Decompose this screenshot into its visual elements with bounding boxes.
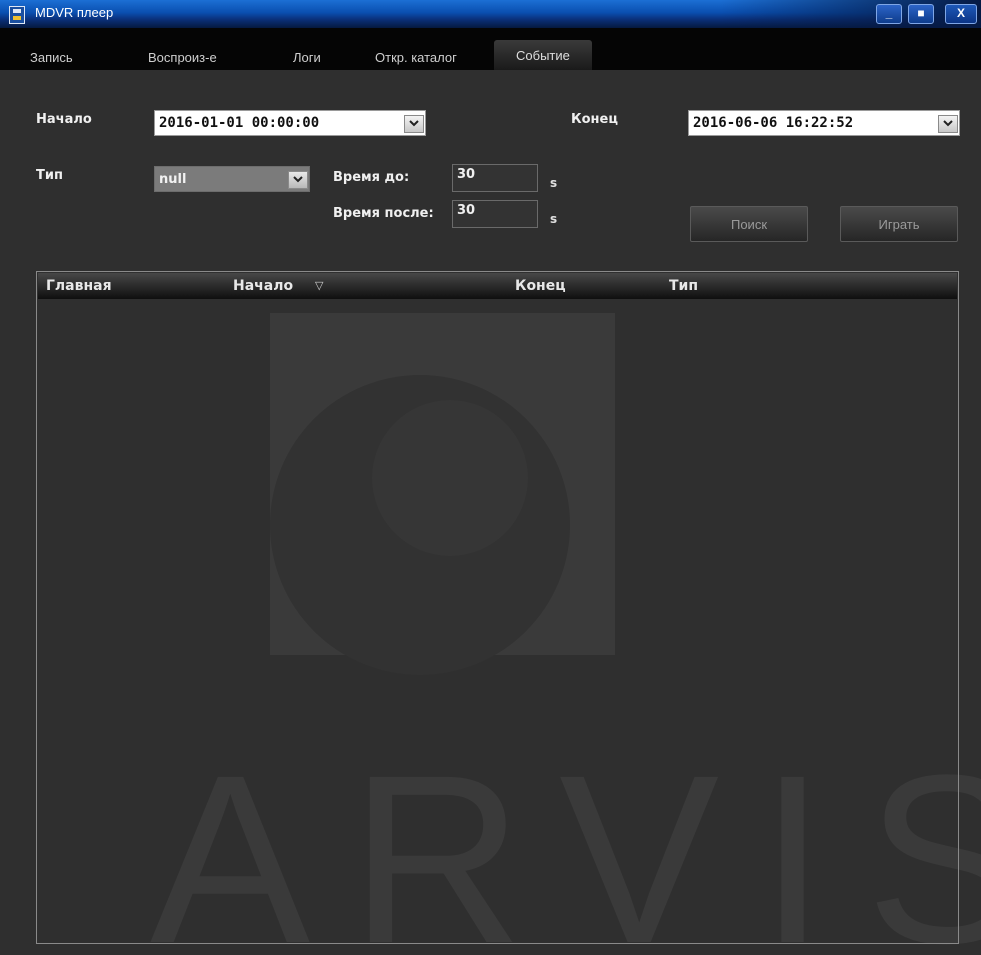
chevron-down-icon[interactable]	[938, 115, 958, 133]
time-before-label: Время до:	[333, 170, 410, 185]
menu-bar: Запись Воспроиз-е Логи Откр. каталог Соб…	[0, 28, 981, 70]
start-label: Начало	[36, 112, 92, 127]
table-header: Главная Начало ▽ Конец Тип	[38, 273, 957, 299]
time-before-input[interactable]: 30	[452, 164, 538, 192]
time-after-label: Время после:	[333, 206, 434, 221]
app-icon	[9, 6, 25, 24]
end-datetime-select[interactable]: 2016-06-06 16:22:52	[688, 110, 960, 136]
chevron-down-icon[interactable]	[288, 171, 308, 189]
window-title: MDVR плеер	[35, 5, 114, 20]
minimize-button[interactable]: _	[876, 4, 902, 24]
column-header-start[interactable]: Начало	[233, 278, 293, 294]
column-header-end[interactable]: Конец	[515, 278, 566, 294]
menu-item-record[interactable]: Запись	[30, 48, 73, 68]
chevron-down-icon[interactable]	[404, 115, 424, 133]
end-datetime-value: 2016-06-06 16:22:52	[693, 115, 854, 131]
events-table[interactable]: Главная Начало ▽ Конец Тип	[36, 271, 959, 944]
time-after-unit: s	[550, 212, 558, 226]
column-header-type[interactable]: Тип	[669, 278, 698, 294]
time-after-input[interactable]: 30	[452, 200, 538, 228]
play-button[interactable]: Играть	[840, 206, 958, 242]
sort-descending-icon[interactable]: ▽	[315, 279, 323, 292]
menu-item-open-folder[interactable]: Откр. каталог	[375, 48, 457, 68]
type-select[interactable]: null	[154, 166, 310, 192]
start-datetime-value: 2016-01-01 00:00:00	[159, 115, 320, 131]
menu-item-playback[interactable]: Воспроиз-е	[148, 48, 217, 68]
close-button[interactable]: X	[945, 4, 977, 24]
end-label: Конец	[571, 112, 618, 127]
menu-item-logs[interactable]: Логи	[293, 48, 321, 68]
title-bar[interactable]: MDVR плеер _ ■ X	[0, 0, 981, 28]
app-window: MDVR плеер _ ■ X Запись Воспроиз-е Логи …	[0, 0, 981, 955]
search-button[interactable]: Поиск	[690, 206, 808, 242]
menu-item-event[interactable]: Событие	[494, 40, 592, 70]
type-label: Тип	[36, 168, 63, 183]
column-header-main[interactable]: Главная	[46, 278, 112, 294]
type-value: null	[159, 172, 187, 187]
start-datetime-select[interactable]: 2016-01-01 00:00:00	[154, 110, 426, 136]
maximize-button[interactable]: ■	[908, 4, 934, 24]
time-before-unit: s	[550, 176, 558, 190]
